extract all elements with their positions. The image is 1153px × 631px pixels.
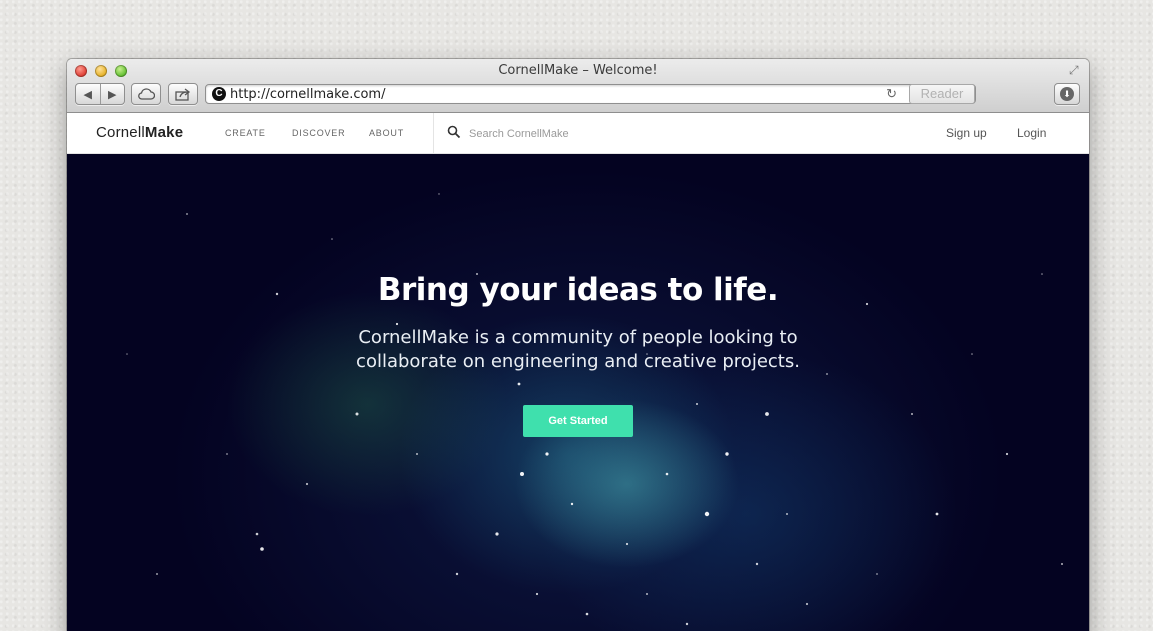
forward-arrow-icon[interactable]: ▶: [101, 88, 125, 101]
share-button[interactable]: [168, 83, 198, 105]
nebula-background-image: [126, 193, 1063, 626]
downloads-button[interactable]: ⬇: [1054, 83, 1080, 105]
browser-window: CornellMake – Welcome! ⤢ ◀ ▶ C http://co…: [67, 59, 1089, 631]
login-link[interactable]: Login: [1017, 126, 1046, 140]
hero-title: Bring your ideas to life.: [377, 272, 779, 308]
reader-button[interactable]: Reader: [909, 84, 975, 104]
site-favicon-icon: C: [212, 87, 226, 101]
url-text[interactable]: http://cornellmake.com/: [230, 87, 385, 102]
window-title: CornellMake – Welcome!: [498, 63, 658, 78]
search-icon: [447, 125, 461, 139]
nav-discover-link[interactable]: DISCOVER: [292, 128, 345, 138]
back-forward-buttons: ◀ ▶: [75, 83, 125, 105]
hero-section: Bring your ideas to life. CornellMake is…: [67, 154, 1089, 631]
fullscreen-icon[interactable]: ⤢: [1069, 63, 1083, 77]
site-header: CornellMake CREATE DISCOVER ABOUT Sign u…: [67, 113, 1089, 154]
header-divider: [433, 113, 434, 154]
signup-link[interactable]: Sign up: [946, 126, 987, 140]
back-arrow-icon[interactable]: ◀: [76, 88, 100, 101]
share-icon: [175, 87, 191, 101]
address-bar[interactable]: C http://cornellmake.com/ ↻ Reader: [205, 84, 976, 104]
search-input[interactable]: [469, 125, 689, 142]
browser-toolbar: CornellMake – Welcome! ⤢ ◀ ▶ C http://co…: [67, 59, 1089, 113]
get-started-button[interactable]: Get Started: [523, 405, 633, 437]
nav-create-link[interactable]: CREATE: [225, 128, 266, 138]
reload-icon[interactable]: ↻: [886, 86, 897, 102]
site-logo[interactable]: CornellMake: [96, 124, 183, 141]
download-icon: ⬇: [1060, 87, 1074, 101]
cloud-icon: [138, 88, 155, 100]
nav-about-link[interactable]: ABOUT: [369, 128, 404, 138]
hero-subtitle: CornellMake is a community of people loo…: [356, 327, 800, 372]
icloud-tabs-button[interactable]: [131, 83, 161, 105]
